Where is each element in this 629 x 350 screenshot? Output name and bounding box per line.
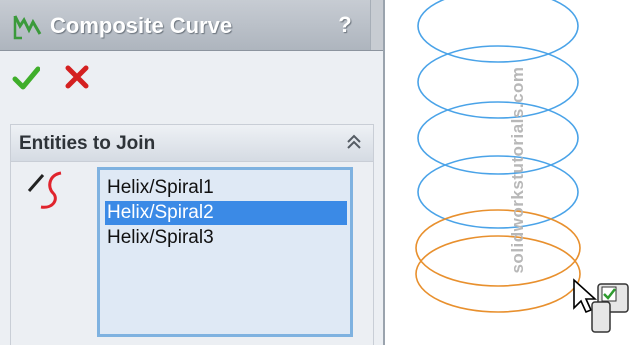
- title-bar: Composite Curve ?: [0, 0, 383, 51]
- helix-coil: [417, 45, 579, 119]
- list-item[interactable]: Helix/Spiral2: [105, 201, 347, 225]
- list-item[interactable]: Helix/Spiral3: [105, 226, 347, 250]
- red-x-icon: [65, 65, 89, 89]
- section-title: Entities to Join: [19, 133, 156, 154]
- curve-selection-icon: [25, 169, 71, 211]
- double-chevron-up-icon[interactable]: [345, 133, 363, 151]
- helix-coil: [415, 209, 581, 287]
- arrow-cursor-icon: [573, 278, 629, 333]
- help-button[interactable]: ?: [333, 13, 357, 37]
- watermark: solidworkstutorials.com: [508, 66, 527, 274]
- entities-to-join-section: Entities to Join Helix/Spiral1 Helix/Spi…: [10, 124, 374, 345]
- entities-listbox[interactable]: Helix/Spiral1 Helix/Spiral2 Helix/Spiral…: [97, 167, 353, 337]
- section-header[interactable]: Entities to Join: [11, 125, 373, 162]
- ok-button[interactable]: [12, 64, 41, 92]
- list-item[interactable]: Helix/Spiral1: [105, 176, 347, 200]
- property-manager-panel: Composite Curve ? Entities to Join Helix…: [0, 0, 385, 345]
- cancel-button[interactable]: [64, 64, 90, 90]
- selection-filter-icon: [591, 283, 629, 333]
- graphics-area[interactable]: solidworkstutorials.com: [386, 0, 629, 345]
- helix-coil: [417, 0, 579, 63]
- panel-title: Composite Curve: [50, 13, 233, 38]
- helix-coil: [415, 235, 581, 313]
- composite-curve-icon: [12, 10, 44, 47]
- title-bar-edge: [370, 0, 383, 50]
- helix-coil: [417, 155, 579, 229]
- cursor-group: [572, 278, 629, 345]
- helix-coil: [417, 101, 579, 175]
- green-check-icon: [12, 66, 41, 90]
